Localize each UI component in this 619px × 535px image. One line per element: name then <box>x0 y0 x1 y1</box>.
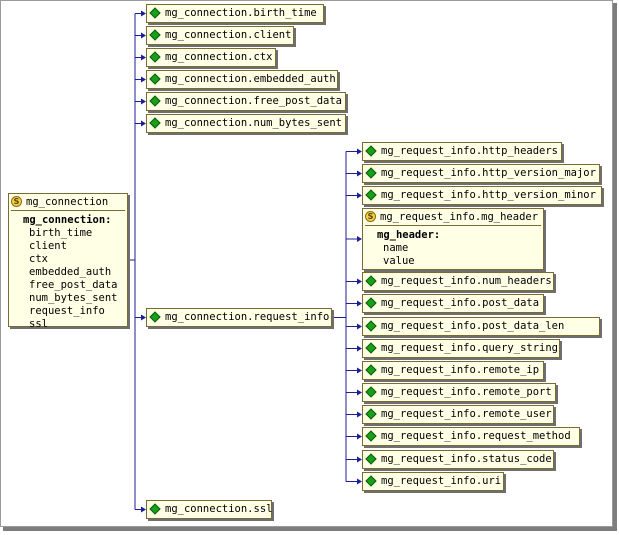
node-label: mg_connection.request_info <box>165 311 330 323</box>
node-label: mg_request_info.num_headers <box>381 275 552 287</box>
green-diamond-icon <box>149 311 161 323</box>
member-node-num-headers[interactable]: mg_request_info.num_headers <box>362 272 554 291</box>
node-label: mg_request_info.http_version_major <box>381 167 596 179</box>
member-node-query-string[interactable]: mg_request_info.query_string <box>362 339 560 358</box>
green-diamond-icon <box>365 167 377 179</box>
node-label: mg_request_info.remote_ip <box>381 364 540 376</box>
green-diamond-icon <box>365 320 377 332</box>
node-label: mg_connection.embedded_auth <box>165 73 336 85</box>
struct-field: client <box>29 240 67 252</box>
member-node-remote-user[interactable]: mg_request_info.remote_user <box>362 405 554 424</box>
green-diamond-icon <box>365 453 377 465</box>
node-label: mg_connection.client <box>165 29 292 41</box>
member-node-ssl[interactable]: mg_connection.ssl <box>146 500 272 519</box>
green-diamond-icon <box>365 430 377 442</box>
struct-label: mg_header: <box>377 229 441 241</box>
node-label: mg_request_info.remote_port <box>381 386 552 398</box>
struct-node-title: mg_connection <box>26 196 109 208</box>
diagram-canvas: S mg_connection mg_connection: birth_tim… <box>0 0 619 535</box>
struct-field: request_info <box>29 305 105 317</box>
member-node-birth-time[interactable]: mg_connection.birth_time <box>146 4 324 23</box>
green-diamond-icon <box>365 386 377 398</box>
struct-s-icon: S <box>365 211 376 222</box>
node-label: mg_request_info.uri <box>381 475 502 487</box>
struct-field: ctx <box>29 253 48 265</box>
struct-field: ssl <box>29 318 48 330</box>
node-label: mg_request_info.http_version_minor <box>381 189 596 201</box>
node-label: mg_request_info.query_string <box>381 342 559 354</box>
member-node-client[interactable]: mg_connection.client <box>146 26 294 45</box>
struct-field-list: birth_time client ctx embedded_auth free_pos… <box>9 227 127 331</box>
struct-node-mg-connection[interactable]: S mg_connection mg_connection: birth_tim… <box>8 193 128 330</box>
member-node-request-method[interactable]: mg_request_info.request_method <box>362 427 580 446</box>
member-node-num-bytes-sent[interactable]: mg_connection.num_bytes_sent <box>146 114 346 133</box>
struct-s-icon: S <box>11 196 22 207</box>
member-node-status-code[interactable]: mg_request_info.status_code <box>362 450 554 469</box>
green-diamond-icon <box>365 408 377 420</box>
struct-field: name <box>383 242 409 254</box>
struct-field: free_post_data <box>29 279 118 291</box>
green-diamond-icon <box>365 189 377 201</box>
green-diamond-icon <box>365 342 377 354</box>
green-diamond-icon <box>149 117 161 129</box>
frame-shadow-right <box>613 3 617 531</box>
green-diamond-icon <box>149 7 161 19</box>
member-node-post-data-len[interactable]: mg_request_info.post_data_len <box>362 317 600 336</box>
member-node-uri[interactable]: mg_request_info.uri <box>362 472 504 491</box>
green-diamond-icon <box>365 475 377 487</box>
struct-node-header: S mg_request_info.mg_header <box>365 209 541 226</box>
node-label: mg_connection.ctx <box>165 51 273 63</box>
node-label: mg_request_info.post_data_len <box>381 320 565 332</box>
node-label: mg_request_info.request_method <box>381 430 571 442</box>
green-diamond-icon <box>365 364 377 376</box>
member-node-post-data[interactable]: mg_request_info.post_data <box>362 294 544 313</box>
member-node-remote-ip[interactable]: mg_request_info.remote_ip <box>362 361 544 380</box>
member-node-http-version-minor[interactable]: mg_request_info.http_version_minor <box>362 186 602 205</box>
node-label: mg_request_info.remote_user <box>381 408 552 420</box>
node-label: mg_connection.num_bytes_sent <box>165 117 343 129</box>
node-label: mg_request_info.status_code <box>381 453 552 465</box>
green-diamond-icon <box>365 297 377 309</box>
node-label: mg_connection.ssl <box>165 503 273 515</box>
struct-node-title: mg_request_info.mg_header <box>380 211 539 223</box>
struct-field: embedded_auth <box>29 266 112 278</box>
struct-node-mg-header[interactable]: S mg_request_info.mg_header mg_header: n… <box>362 208 544 270</box>
frame-shadow-bottom <box>3 527 617 531</box>
green-diamond-icon <box>149 95 161 107</box>
node-label: mg_connection.birth_time <box>165 7 317 19</box>
green-diamond-icon <box>149 29 161 41</box>
struct-field: birth_time <box>29 227 93 239</box>
struct-field: num_bytes_sent <box>29 292 118 304</box>
struct-field-list: name value <box>363 242 543 268</box>
green-diamond-icon <box>365 145 377 157</box>
struct-node-header: S mg_connection <box>11 194 125 211</box>
member-node-ctx[interactable]: mg_connection.ctx <box>146 48 276 67</box>
node-label: mg_request_info.post_data <box>381 297 540 309</box>
member-node-free-post-data[interactable]: mg_connection.free_post_data <box>146 92 346 111</box>
green-diamond-icon <box>365 275 377 287</box>
node-label: mg_connection.free_post_data <box>165 95 343 107</box>
green-diamond-icon <box>149 73 161 85</box>
struct-field: value <box>383 255 415 267</box>
struct-label: mg_connection: <box>23 214 112 226</box>
green-diamond-icon <box>149 503 161 515</box>
node-label: mg_request_info.http_headers <box>381 145 559 157</box>
green-diamond-icon <box>149 51 161 63</box>
member-node-remote-port[interactable]: mg_request_info.remote_port <box>362 383 556 402</box>
member-node-request-info[interactable]: mg_connection.request_info <box>146 308 332 327</box>
member-node-http-version-major[interactable]: mg_request_info.http_version_major <box>362 164 600 183</box>
member-node-embedded-auth[interactable]: mg_connection.embedded_auth <box>146 70 338 89</box>
member-node-http-headers[interactable]: mg_request_info.http_headers <box>362 142 562 161</box>
